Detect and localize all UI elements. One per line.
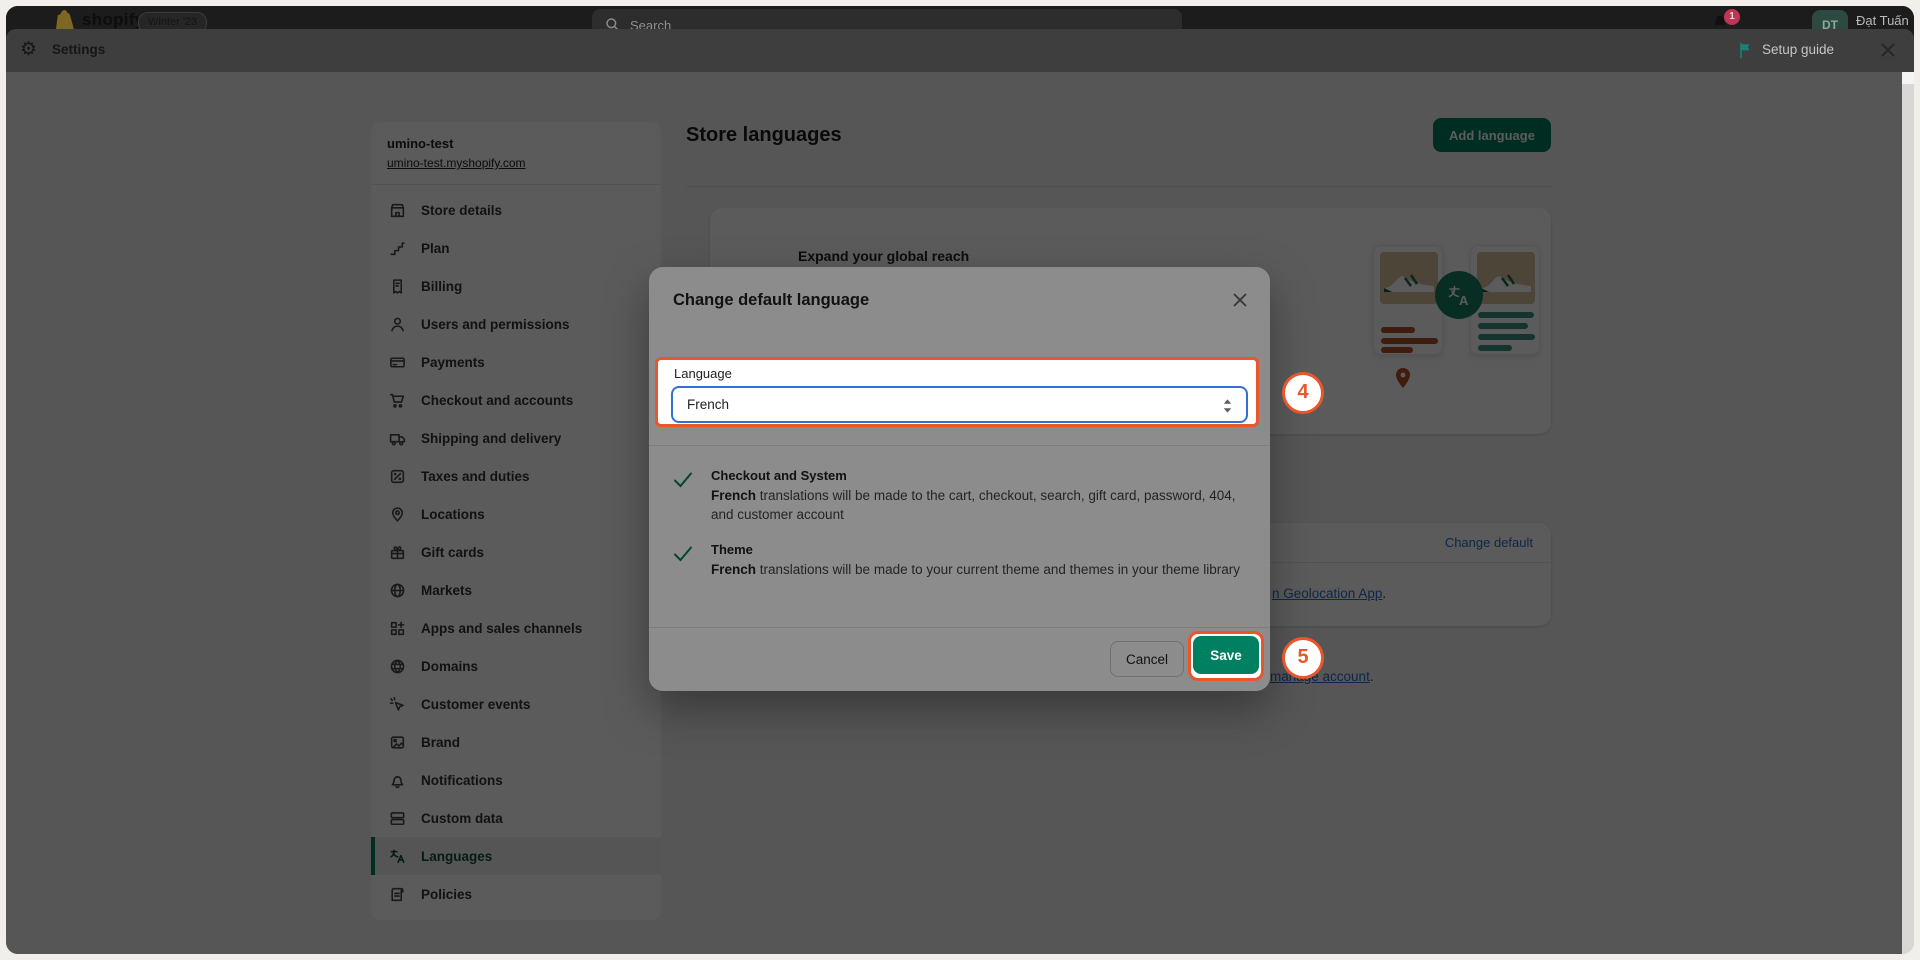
save-button[interactable]: Save <box>1193 636 1259 674</box>
screenshot-frame: shopify Winter '23 Search 1 DT Đạt Tuấn … <box>0 0 1920 960</box>
step-4-annotation: 4 <box>1282 372 1324 414</box>
language-label: Language <box>674 366 732 381</box>
save-button-highlight: Save <box>1188 631 1264 681</box>
user-name: Đạt Tuấn <box>1856 13 1909 28</box>
gear-icon: ⚙ <box>20 38 37 61</box>
global-search[interactable]: Search <box>592 9 1182 29</box>
admin-window: shopify Winter '23 Search 1 DT Đạt Tuấn … <box>6 6 1914 954</box>
select-stepper-icon <box>1222 398 1233 414</box>
topbar: shopify Winter '23 Search 1 DT Đạt Tuấn <box>6 6 1914 29</box>
tutorial-dim-overlay <box>6 72 1902 954</box>
shopify-wordmark: shopify <box>82 10 145 29</box>
language-select-value: French <box>687 397 729 412</box>
search-placeholder: Search <box>630 18 671 29</box>
shopify-logo-icon <box>55 9 76 29</box>
step-5-annotation: 5 <box>1282 637 1324 679</box>
settings-header: ⚙ Settings Setup guide <box>6 29 1914 72</box>
notification-count-badge: 1 <box>1724 9 1740 25</box>
language-field-highlight: Language French <box>655 357 1259 427</box>
settings-title: Settings <box>52 42 105 57</box>
setup-guide-flag-icon <box>1738 42 1754 59</box>
user-avatar[interactable]: DT <box>1812 10 1848 29</box>
scrollbar[interactable] <box>1902 72 1914 954</box>
language-select[interactable]: French <box>671 386 1248 423</box>
scrollbar-arrow[interactable] <box>1902 72 1914 84</box>
close-settings-icon[interactable] <box>1878 40 1898 60</box>
setup-guide-button[interactable]: Setup guide <box>1762 42 1834 57</box>
version-badge: Winter '23 <box>138 12 207 29</box>
search-icon <box>605 17 620 29</box>
